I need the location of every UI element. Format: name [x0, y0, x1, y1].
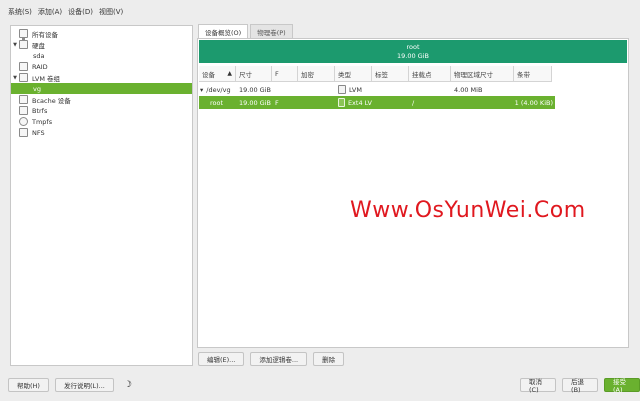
- cell-encrypted: [298, 96, 335, 109]
- watermark-text: Www.OsYunWei.Com: [350, 198, 586, 223]
- lvm-icon: [338, 85, 346, 94]
- help-button[interactable]: 帮助(H): [8, 378, 49, 392]
- tree-item-tmpfs[interactable]: Tmpfs: [11, 116, 192, 127]
- cell-label: [372, 83, 409, 96]
- column-header-stripes[interactable]: 条带: [514, 66, 552, 82]
- cell-stripes: [514, 83, 552, 96]
- add-logical-volume-button[interactable]: 添加逻辑卷...: [250, 352, 308, 366]
- tab-device-overview[interactable]: 设备概览(O): [198, 24, 249, 38]
- sort-ascending-icon: ▲: [227, 70, 232, 77]
- tree-item-btrfs[interactable]: Btrfs: [11, 105, 192, 116]
- tab-physical-volumes[interactable]: 物理卷(P): [250, 24, 293, 38]
- collapse-arrow-icon[interactable]: ▾: [200, 86, 203, 94]
- cell-type-text: LVM: [349, 85, 362, 94]
- tree-item-hard-disks[interactable]: ▼ 硬盘: [11, 39, 192, 50]
- cell-device: ▾ /dev/vg: [199, 83, 236, 96]
- table-row-root[interactable]: root 19.00 GiB F Ext4 LV / 1 (4.00 KiB): [199, 96, 555, 109]
- bottom-left-actions: 帮助(H) 发行说明(L)... ☽: [8, 378, 132, 392]
- volume-bar-size: 19.00 GiB: [397, 52, 429, 60]
- cell-mount-point: [409, 83, 451, 96]
- tmpfs-icon: [19, 117, 28, 126]
- menubar: 系统(S) 添加(A) 设备(D) 视图(V): [0, 0, 640, 24]
- device-overview-panel: root 19.00 GiB 设备 ▲ 尺寸 F 加密 类型 标签 挂载点 物理…: [197, 38, 629, 348]
- nfs-icon: [19, 128, 28, 137]
- cell-size: 19.00 GiB: [239, 85, 271, 94]
- release-notes-button[interactable]: 发行说明(L)...: [54, 378, 114, 392]
- cell-format: F: [275, 98, 279, 107]
- tree-item-nfs[interactable]: NFS: [11, 127, 192, 138]
- disk-icon: [19, 40, 28, 49]
- column-header-device[interactable]: 设备 ▲: [199, 66, 236, 82]
- raid-icon: [19, 62, 28, 71]
- edit-button[interactable]: 编辑(E)...: [198, 352, 245, 366]
- cancel-button[interactable]: 取消(C): [520, 378, 557, 394]
- tree-item-label: RAID: [32, 62, 48, 71]
- column-header-label[interactable]: 标签: [372, 66, 409, 82]
- panel-actions: 编辑(E)... 添加逻辑卷... 删除: [198, 352, 350, 366]
- cell-type: Ext4 LV: [335, 96, 372, 109]
- table-header: 设备 ▲ 尺寸 F 加密 类型 标签 挂载点 物理区域尺寸 条带: [199, 66, 552, 82]
- bottom-right-actions: 取消(C) 后退(B) 接受(A): [520, 378, 640, 394]
- tree-item-label: Btrfs: [32, 106, 48, 115]
- cell-type-text: Ext4 LV: [347, 98, 372, 107]
- column-header-label: 设备: [202, 70, 215, 79]
- menu-add[interactable]: 添加(A): [38, 7, 62, 17]
- cell-pe-size: 4.00 MiB: [454, 85, 483, 94]
- tree-item-label: sda: [33, 51, 45, 60]
- tab-bar: 设备概览(O) 物理卷(P): [198, 24, 295, 38]
- volume-bar[interactable]: root 19.00 GiB: [199, 40, 627, 63]
- cell-device: root: [210, 98, 224, 107]
- column-header-encrypted[interactable]: 加密: [298, 66, 335, 82]
- device-tree: 所有设备 ▼ 硬盘 sda RAID ▼ LVM 卷组 vg Bcache 设备…: [10, 25, 193, 366]
- cell-label: [372, 96, 409, 109]
- logical-volume-icon: [338, 98, 345, 107]
- lvm-icon: [19, 73, 28, 82]
- bcache-icon: [19, 95, 28, 104]
- volume-bar-name: root: [406, 43, 420, 51]
- btrfs-icon: [19, 106, 28, 115]
- tree-item-all-devices[interactable]: 所有设备: [11, 28, 192, 40]
- menu-view[interactable]: 视图(V): [99, 7, 123, 17]
- cell-type: LVM: [335, 83, 372, 96]
- column-header-mount-point[interactable]: 挂载点: [409, 66, 451, 82]
- column-header-size[interactable]: 尺寸: [236, 66, 272, 82]
- back-button[interactable]: 后退(B): [562, 378, 599, 394]
- tree-item-raid[interactable]: RAID: [11, 61, 192, 72]
- cell-pe-size: [451, 96, 514, 109]
- expand-arrow-icon[interactable]: ▼: [11, 42, 19, 48]
- tree-item-label: Bcache 设备: [32, 96, 71, 105]
- tree-item-label: 所有设备: [32, 30, 58, 39]
- cell-device-text: /dev/vg: [206, 85, 231, 94]
- tree-item-label: vg: [33, 84, 41, 93]
- column-header-format[interactable]: F: [272, 66, 298, 82]
- expand-arrow-icon[interactable]: ▼: [11, 75, 19, 81]
- tree-item-lvm-volume-groups[interactable]: ▼ LVM 卷组: [11, 72, 192, 83]
- tree-item-sda[interactable]: sda: [11, 50, 192, 61]
- tree-item-label: 硬盘: [32, 41, 45, 50]
- tree-item-label: NFS: [32, 128, 45, 137]
- menu-device[interactable]: 设备(D): [68, 7, 93, 17]
- tree-item-bcache[interactable]: Bcache 设备: [11, 94, 192, 105]
- tree-item-label: Tmpfs: [32, 117, 53, 126]
- tree-item-label: LVM 卷组: [32, 74, 61, 83]
- column-header-type[interactable]: 类型: [335, 66, 372, 82]
- cell-stripes: 1 (4.00 KiB): [514, 98, 553, 107]
- delete-button[interactable]: 删除: [313, 352, 345, 366]
- menu-system[interactable]: 系统(S): [8, 7, 32, 17]
- cell-encrypted: [298, 83, 335, 96]
- moon-icon[interactable]: ☽: [124, 380, 132, 390]
- accept-button[interactable]: 接受(A): [604, 378, 640, 394]
- cell-format: [272, 83, 298, 96]
- table-row-dev-vg[interactable]: ▾ /dev/vg 19.00 GiB LVM 4.00 MiB: [199, 83, 552, 96]
- monitor-icon: [19, 29, 28, 40]
- cell-mount-point: /: [412, 98, 415, 107]
- column-header-pe-size[interactable]: 物理区域尺寸: [451, 66, 514, 82]
- tree-item-vg[interactable]: vg: [11, 83, 192, 94]
- cell-size: 19.00 GiB: [239, 98, 271, 107]
